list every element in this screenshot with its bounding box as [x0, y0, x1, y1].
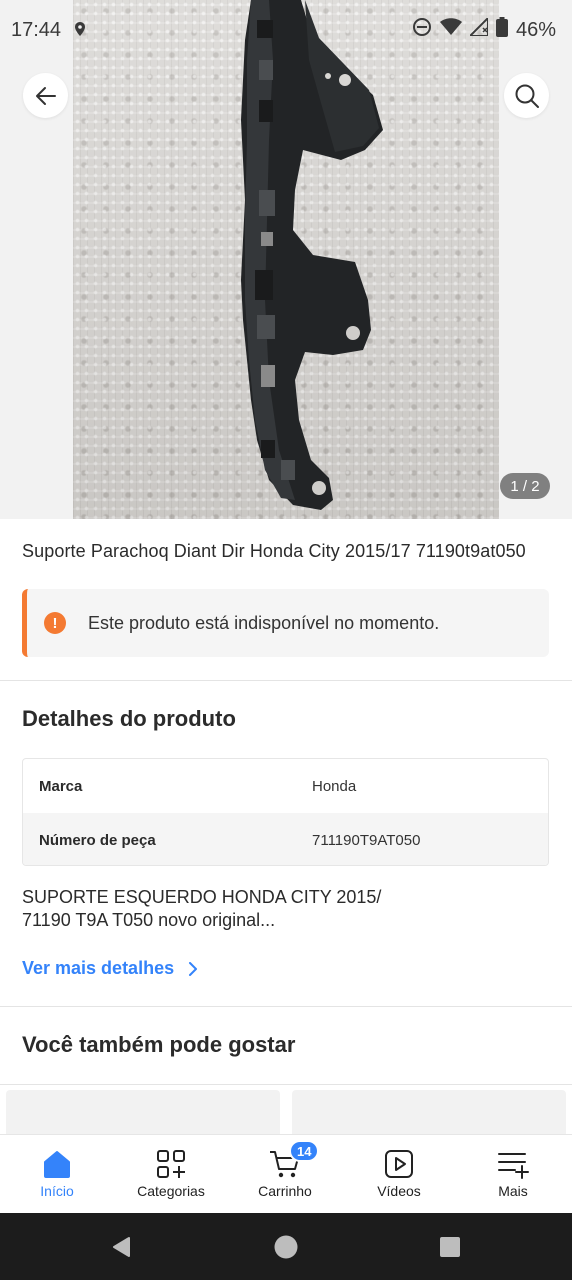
search-icon [515, 84, 539, 108]
spec-value: 711190T9AT050 [312, 831, 421, 849]
nav-label: Categorias [137, 1183, 205, 1199]
signal-icon [467, 15, 489, 42]
status-bar: 17:44 46% [0, 0, 572, 60]
cart-icon: 14 [269, 1140, 320, 1180]
status-time: 17:44 [11, 18, 62, 41]
recommendation-carousel[interactable] [0, 1085, 572, 1135]
system-back-button[interactable] [98, 1213, 146, 1280]
recommendation-card[interactable] [292, 1090, 566, 1135]
more-details-label: Ver mais detalhes [22, 958, 175, 978]
spec-table: Marca Honda Número de peça 711190T9AT050 [22, 758, 549, 866]
dnd-icon [412, 17, 432, 43]
section-divider [0, 1006, 572, 1007]
nav-item-categories[interactable]: Categorias [114, 1135, 228, 1214]
search-button[interactable] [504, 73, 549, 118]
nav-item-home[interactable]: Início [0, 1135, 114, 1214]
triangle-back-icon [113, 1236, 130, 1257]
video-icon [384, 1148, 414, 1180]
product-title: Suporte Parachoq Diant Dir Honda City 20… [22, 541, 526, 561]
spec-key: Marca [39, 777, 83, 795]
menu-icon [497, 1148, 529, 1180]
system-navigation-bar [0, 1213, 572, 1280]
recommendation-card[interactable] [6, 1090, 280, 1135]
nav-item-more[interactable]: Mais [456, 1135, 570, 1214]
location-icon [75, 19, 86, 42]
nav-item-videos[interactable]: Vídeos [342, 1135, 456, 1214]
recommendations-title: Você também pode gostar [22, 1032, 296, 1057]
description-line: SUPORTE ESQUERDO HONDA CITY 2015/ [22, 887, 382, 907]
nav-label: Início [40, 1183, 74, 1199]
nav-label: Mais [498, 1183, 528, 1199]
system-recents-button[interactable] [426, 1213, 474, 1280]
cart-badge: 14 [289, 1140, 320, 1162]
product-page: 17:44 46% 1 / 2 Suporte Parachoq Diant D… [0, 0, 572, 1280]
unavailable-alert: ! Este produto está indisponível no mome… [22, 589, 549, 657]
product-gallery[interactable]: 17:44 46% 1 / 2 [0, 0, 572, 519]
back-button[interactable] [23, 73, 68, 118]
home-icon [42, 1148, 72, 1180]
categories-icon [156, 1148, 186, 1180]
alert-message: Este produto está indisponível no moment… [88, 612, 440, 633]
description-line: 71190 T9A T050 novo original... [22, 910, 276, 930]
spec-value: Honda [312, 777, 357, 795]
spec-row: Marca Honda [23, 759, 548, 813]
image-counter: 1 / 2 [500, 473, 550, 499]
section-divider [0, 680, 572, 681]
bumper-bracket-image [241, 0, 383, 510]
battery-level: 46% [515, 18, 556, 41]
circle-home-icon [274, 1235, 298, 1258]
arrow-left-icon [35, 86, 56, 105]
product-photo[interactable] [73, 0, 499, 519]
chevron-right-icon [189, 961, 198, 976]
nav-label: Vídeos [377, 1183, 421, 1199]
nav-label: Carrinho [258, 1183, 312, 1199]
system-home-button[interactable] [262, 1213, 310, 1280]
wifi-icon [439, 18, 462, 42]
product-description: SUPORTE ESQUERDO HONDA CITY 2015/ 71190 … [22, 886, 422, 932]
nav-item-cart[interactable]: 14 Carrinho [228, 1135, 342, 1214]
battery-icon [495, 17, 508, 43]
more-details-link[interactable]: Ver mais detalhes [22, 958, 198, 979]
bottom-navigation: Início Categorias 14 Carrinho Vídeos Mai… [0, 1134, 572, 1213]
spec-row: Número de peça 711190T9AT050 [23, 813, 548, 865]
warning-icon: ! [44, 612, 66, 634]
details-title: Detalhes do produto [22, 706, 236, 731]
spec-key: Número de peça [39, 831, 156, 849]
square-recents-icon [440, 1236, 460, 1257]
